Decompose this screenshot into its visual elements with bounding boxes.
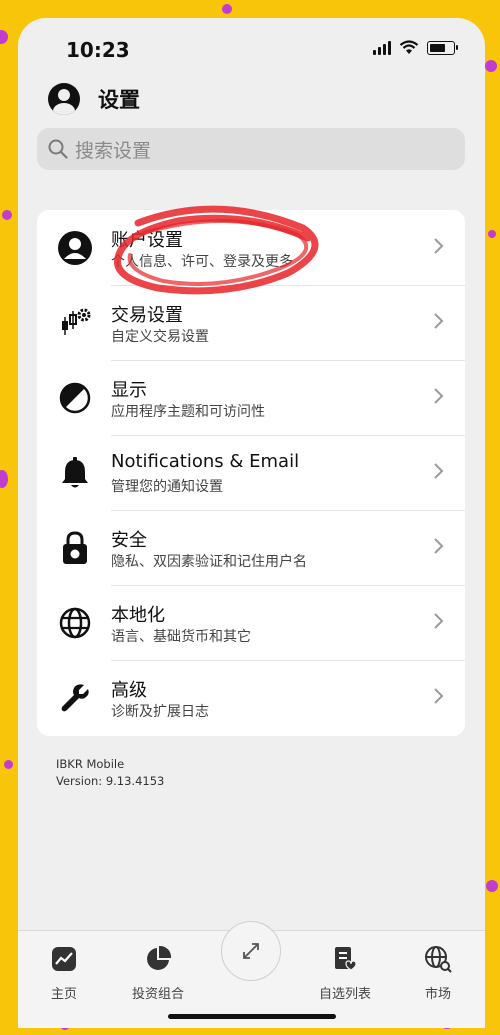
pie-chart-icon [147, 945, 172, 970]
app-name: IBKR Mobile [56, 757, 125, 771]
settings-item-security[interactable]: 安全 隐私、双因素验证和记住用户名 [37, 510, 465, 585]
globe-icon [57, 605, 93, 641]
phone-screen: 10:23 设置 搜索设置 账户设置 个人信息、许可、登录及更多 交易设置 自定… [18, 18, 485, 1028]
settings-item-subtitle: 管理您的通知设置 [111, 479, 223, 495]
settings-item-notifications[interactable]: Notifications & Email 管理您的通知设置 [37, 435, 465, 510]
search-input[interactable]: 搜索设置 [37, 128, 465, 170]
account-icon [57, 230, 93, 266]
chevron-right-icon [434, 238, 444, 254]
home-indicator [168, 1014, 336, 1019]
status-time: 10:23 [66, 38, 130, 62]
app-version-info: IBKR Mobile Version: 9.13.4153 [56, 756, 164, 790]
settings-item-subtitle: 诊断及扩展日志 [111, 704, 209, 720]
tab-market[interactable]: 市场 [398, 945, 478, 1002]
tab-portfolio[interactable]: 投资组合 [118, 945, 198, 1002]
decor-dot [2, 210, 12, 220]
settings-item-trading[interactable]: 交易设置 自定义交易设置 [37, 285, 465, 360]
settings-item-subtitle: 自定义交易设置 [111, 329, 209, 345]
wifi-icon [399, 40, 419, 54]
decor-dot [0, 30, 8, 44]
decor-dot [0, 470, 8, 488]
tab-label: 自选列表 [318, 987, 371, 1002]
chevron-right-icon [434, 313, 444, 329]
settings-item-advanced[interactable]: 高级 诊断及扩展日志 [37, 660, 465, 735]
trading-gear-icon [57, 305, 93, 341]
decor-dot [222, 4, 232, 14]
decor-dot [4, 760, 13, 769]
status-bar: 10:23 [18, 18, 485, 80]
expand-arrows-icon [243, 943, 259, 959]
settings-list: 账户设置 个人信息、许可、登录及更多 交易设置 自定义交易设置 显示 应用程序主… [37, 210, 465, 736]
settings-item-title: 高级 [111, 680, 147, 701]
chevron-right-icon [434, 688, 444, 704]
settings-item-localization[interactable]: 本地化 语言、基础货币和其它 [37, 585, 465, 660]
settings-item-display[interactable]: 显示 应用程序主题和可访问性 [37, 360, 465, 435]
decor-dot [485, 60, 497, 72]
tab-label: 市场 [424, 987, 451, 1002]
settings-item-subtitle: 隐私、双因素验证和记住用户名 [111, 554, 307, 570]
search-placeholder: 搜索设置 [75, 139, 152, 162]
globe-search-icon [425, 946, 452, 973]
decor-dot [488, 230, 496, 238]
search-icon [48, 139, 68, 159]
tab-home[interactable]: 主页 [24, 945, 104, 1002]
decor-dot [486, 880, 498, 892]
chevron-right-icon [434, 613, 444, 629]
settings-item-subtitle: 个人信息、许可、登录及更多 [111, 254, 293, 270]
page-title: 设置 [98, 88, 140, 112]
settings-item-title: 交易设置 [111, 305, 183, 326]
display-contrast-icon [57, 380, 93, 416]
battery-icon [427, 40, 458, 55]
tab-label: 主页 [50, 987, 77, 1002]
settings-item-account[interactable]: 账户设置 个人信息、许可、登录及更多 [37, 210, 465, 285]
settings-item-subtitle: 语言、基础货币和其它 [111, 629, 251, 645]
chevron-right-icon [434, 538, 444, 554]
settings-item-title: Notifications & Email [111, 451, 300, 472]
chevron-right-icon [434, 388, 444, 404]
tab-watchlist[interactable]: 自选列表 [305, 945, 385, 1002]
chevron-right-icon [434, 463, 444, 479]
settings-item-title: 本地化 [111, 605, 165, 626]
settings-item-title: 安全 [111, 530, 147, 551]
settings-item-title: 账户设置 [111, 230, 183, 251]
app-version: Version: 9.13.4153 [56, 774, 165, 788]
lock-icon [57, 530, 93, 566]
bell-icon [57, 455, 93, 491]
tab-label: 投资组合 [131, 987, 184, 1002]
wrench-icon [57, 680, 93, 716]
cellular-signal-icon [373, 40, 391, 55]
settings-item-title: 显示 [111, 380, 147, 401]
watchlist-icon [335, 947, 357, 971]
settings-item-subtitle: 应用程序主题和可访问性 [111, 404, 265, 420]
page-header: 设置 [48, 83, 140, 115]
expand-button[interactable] [221, 921, 281, 981]
user-avatar-icon[interactable] [48, 83, 80, 115]
status-icons [373, 40, 458, 55]
home-chart-icon [52, 947, 76, 971]
